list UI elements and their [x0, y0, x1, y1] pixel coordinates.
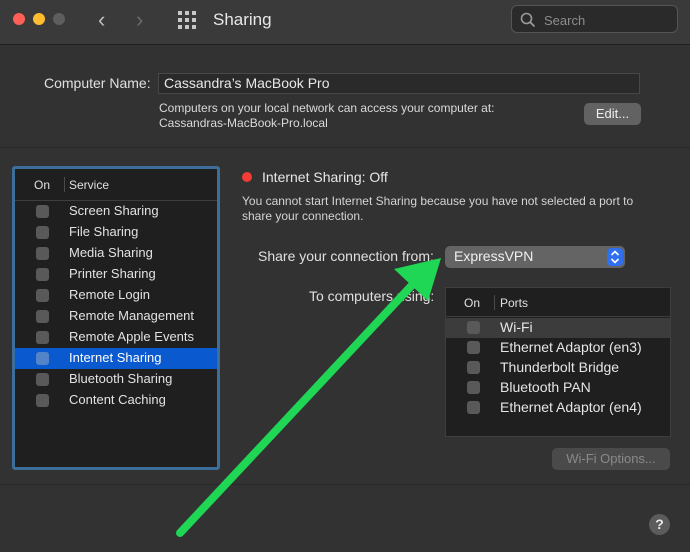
window-title: Sharing	[213, 10, 272, 29]
service-label: Internet Sharing	[69, 350, 162, 365]
port-label: Bluetooth PAN	[500, 379, 591, 395]
divider	[0, 147, 690, 148]
computer-name-field[interactable]: Cassandra’s MacBook Pro	[158, 73, 640, 94]
column-header-service[interactable]: Service	[69, 178, 109, 192]
service-checkbox[interactable]	[36, 352, 49, 365]
service-label: File Sharing	[69, 224, 139, 239]
port-checkbox[interactable]	[467, 381, 480, 394]
minimize-window-button[interactable]	[33, 13, 45, 25]
port-row-ethernet-en3[interactable]: Ethernet Adaptor (en3)	[446, 338, 670, 358]
column-header-ports[interactable]: Ports	[500, 296, 528, 310]
port-checkbox[interactable]	[467, 401, 480, 414]
status-description: You cannot start Internet Sharing becaus…	[242, 194, 662, 224]
status-indicator-dot	[242, 172, 252, 182]
service-row-remote-management[interactable]: Remote Management	[15, 306, 217, 327]
address-desc-line: Computers on your local network can acce…	[159, 101, 495, 115]
column-header-on[interactable]: On	[34, 178, 50, 192]
service-row-file-sharing[interactable]: File Sharing	[15, 222, 217, 243]
port-checkbox[interactable]	[467, 341, 480, 354]
port-label: Ethernet Adaptor (en4)	[500, 399, 642, 415]
search-field[interactable]	[511, 5, 678, 33]
close-window-button[interactable]	[13, 13, 25, 25]
service-label: Screen Sharing	[69, 203, 159, 218]
computer-address-description: Computers on your local network can acce…	[159, 101, 494, 131]
ports-list-header: On Ports	[446, 288, 670, 317]
service-checkbox[interactable]	[36, 247, 49, 260]
search-icon	[520, 12, 536, 28]
service-row-media-sharing[interactable]: Media Sharing	[15, 243, 217, 264]
computer-name-label: Computer Name:	[44, 75, 151, 91]
up-down-chevron-icon	[607, 248, 623, 266]
service-label: Bluetooth Sharing	[69, 371, 173, 386]
service-list: On Service Screen Sharing File Sharing M…	[12, 166, 220, 470]
column-divider	[64, 177, 65, 192]
port-label: Wi-Fi	[500, 319, 533, 335]
service-list-header: On Service	[15, 169, 217, 201]
title-bar: ‹ › Sharing	[0, 0, 690, 45]
zoom-window-button[interactable]	[53, 13, 65, 25]
share-from-select[interactable]: ExpressVPN	[445, 246, 625, 268]
service-row-screen-sharing[interactable]: Screen Sharing	[15, 201, 217, 222]
share-from-label: Share your connection from:	[258, 248, 434, 264]
service-label: Media Sharing	[69, 245, 153, 260]
service-row-internet-sharing[interactable]: Internet Sharing	[15, 348, 217, 369]
service-row-content-caching[interactable]: Content Caching	[15, 390, 217, 411]
edit-button[interactable]: Edit...	[584, 103, 641, 125]
column-header-on[interactable]: On	[464, 296, 480, 310]
service-label: Remote Management	[69, 308, 195, 323]
wifi-options-button[interactable]: Wi-Fi Options...	[552, 448, 670, 470]
service-row-remote-apple-events[interactable]: Remote Apple Events	[15, 327, 217, 348]
column-divider	[494, 295, 495, 310]
port-row-wifi[interactable]: Wi-Fi	[446, 318, 670, 338]
service-checkbox[interactable]	[36, 226, 49, 239]
port-label: Thunderbolt Bridge	[500, 359, 620, 375]
service-row-remote-login[interactable]: Remote Login	[15, 285, 217, 306]
to-computers-label: To computers using:	[309, 288, 435, 304]
search-input[interactable]	[542, 10, 671, 30]
service-checkbox[interactable]	[36, 394, 49, 407]
port-checkbox[interactable]	[467, 321, 480, 334]
local-hostname: Cassandras-MacBook-Pro.local	[159, 116, 328, 130]
help-button[interactable]: ?	[649, 514, 670, 535]
service-checkbox[interactable]	[36, 310, 49, 323]
service-checkbox[interactable]	[36, 373, 49, 386]
service-label: Printer Sharing	[69, 266, 156, 281]
port-row-thunderbolt-bridge[interactable]: Thunderbolt Bridge	[446, 358, 670, 378]
service-checkbox[interactable]	[36, 331, 49, 344]
forward-chevron-icon[interactable]: ›	[136, 7, 143, 33]
service-row-printer-sharing[interactable]: Printer Sharing	[15, 264, 217, 285]
service-checkbox[interactable]	[36, 268, 49, 281]
service-checkbox[interactable]	[36, 289, 49, 302]
share-from-value: ExpressVPN	[454, 248, 534, 264]
port-row-ethernet-en4[interactable]: Ethernet Adaptor (en4)	[446, 398, 670, 418]
divider	[0, 484, 690, 485]
back-chevron-icon[interactable]: ‹	[98, 7, 105, 33]
service-row-bluetooth-sharing[interactable]: Bluetooth Sharing	[15, 369, 217, 390]
port-row-bluetooth-pan[interactable]: Bluetooth PAN	[446, 378, 670, 398]
status-desc-line: You cannot start Internet Sharing becaus…	[242, 194, 634, 208]
show-all-grid-icon[interactable]	[178, 11, 196, 29]
service-checkbox[interactable]	[36, 205, 49, 218]
port-label: Ethernet Adaptor (en3)	[500, 339, 642, 355]
service-label: Content Caching	[69, 392, 166, 407]
port-checkbox[interactable]	[467, 361, 480, 374]
service-label: Remote Apple Events	[69, 329, 195, 344]
status-desc-line: share your connection.	[242, 209, 364, 223]
service-label: Remote Login	[69, 287, 150, 302]
ports-list: On Ports Wi-Fi Ethernet Adaptor (en3) Th…	[445, 287, 671, 437]
status-text: Internet Sharing: Off	[262, 169, 388, 185]
